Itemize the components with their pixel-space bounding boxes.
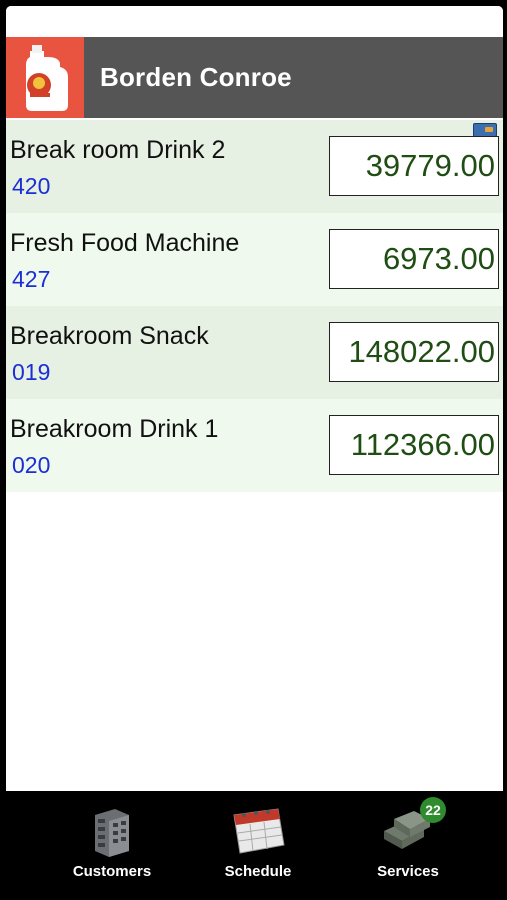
machine-code: 420 [12, 173, 51, 199]
machine-name: Breakroom Snack [10, 322, 209, 350]
list-item[interactable]: Break room Drink 2 420 39779.00 [6, 120, 503, 213]
list-item[interactable]: Fresh Food Machine 427 6973.00 [6, 213, 503, 306]
tab-services-label: Services [377, 863, 439, 880]
machine-code: 020 [12, 452, 51, 478]
machine-name: Breakroom Drink 1 [10, 415, 219, 443]
header-bar: Borden Conroe [6, 37, 503, 118]
tab-bar: Customers Schedule 22 Services [0, 791, 507, 900]
machine-name: Break room Drink 2 [10, 136, 226, 164]
tab-services[interactable]: 22 Services [348, 791, 468, 900]
meter-value-field[interactable]: 112366.00 [329, 415, 499, 475]
credit-card-icon [473, 123, 497, 137]
list-item[interactable]: Breakroom Drink 1 020 112366.00 [6, 399, 503, 492]
services-count-badge: 22 [420, 797, 446, 823]
meter-value-field[interactable]: 6973.00 [329, 229, 499, 289]
meter-value-field[interactable]: 148022.00 [329, 322, 499, 382]
machine-code: 427 [12, 266, 51, 292]
tab-customers[interactable]: Customers [52, 791, 172, 900]
building-icon [87, 805, 137, 862]
machine-code: 019 [12, 359, 51, 385]
app-screen: Borden Conroe Break room Drink 2 420 397… [6, 6, 503, 791]
milk-jug-logo-icon [6, 37, 84, 118]
calendar-icon [228, 805, 288, 862]
tab-schedule-label: Schedule [224, 863, 292, 880]
machine-list: Break room Drink 2 420 39779.00 Fresh Fo… [6, 120, 503, 492]
page-title: Borden Conroe [100, 62, 292, 92]
list-item[interactable]: Breakroom Snack 019 148022.00 [6, 306, 503, 399]
tab-schedule[interactable]: Schedule [198, 791, 318, 900]
machine-name: Fresh Food Machine [10, 229, 240, 257]
status-area [6, 6, 503, 37]
tab-customers-label: Customers [72, 863, 152, 880]
meter-value-field[interactable]: 39779.00 [329, 136, 499, 196]
